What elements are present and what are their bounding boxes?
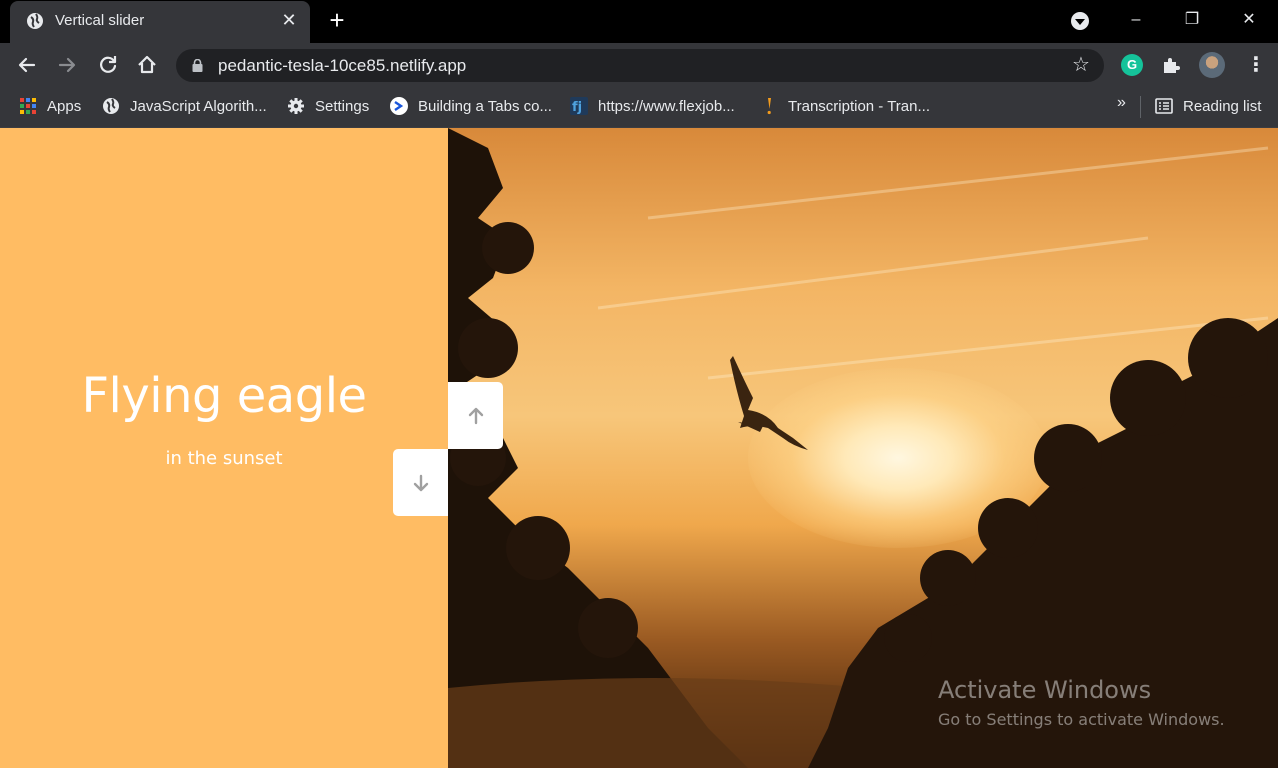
bookmarks-divider <box>1140 96 1141 118</box>
bookmark-label: Transcription - Tran... <box>788 97 930 115</box>
svg-text:fj: fj <box>572 100 582 115</box>
bookmark-transcription[interactable]: Transcription - Tran... <box>760 88 930 124</box>
bookmark-label: Apps <box>47 97 82 115</box>
new-tab-button[interactable]: + <box>324 7 350 34</box>
forward-arrow-icon[interactable] <box>54 52 80 78</box>
browser-toolbar: pedantic-tesla-10ce85.netlify.app ☆ G ⋮ <box>0 43 1278 88</box>
minimize-button[interactable]: – <box>1121 6 1151 34</box>
bookmark-label: JavaScript Algorith... <box>130 97 267 115</box>
home-icon[interactable] <box>134 52 160 78</box>
bookmark-flexjobs[interactable]: fj https://www.flexjob... <box>570 88 735 124</box>
arrow-up-icon <box>468 407 483 424</box>
bookmarks-overflow-button[interactable]: » <box>1117 94 1126 112</box>
reading-list-icon <box>1155 98 1173 114</box>
left-slide-panel: Flying eagle in the sunset <box>0 128 448 768</box>
activate-windows-watermark: Activate Windows Go to Settings to activ… <box>938 676 1225 729</box>
exclamation-icon <box>767 98 771 115</box>
bookmark-label: Settings <box>315 97 370 115</box>
back-arrow-icon[interactable] <box>14 52 40 78</box>
menu-kebab-icon[interactable]: ⋮ <box>1246 55 1266 75</box>
bookmark-label: https://www.flexjob... <box>598 97 735 115</box>
reload-icon[interactable] <box>95 52 121 78</box>
globe-icon <box>27 13 43 29</box>
bookmark-star-icon[interactable]: ☆ <box>1072 55 1092 75</box>
close-window-button[interactable]: ✕ <box>1234 6 1264 34</box>
bookmarks-bar: Apps JavaScript Algorith... Settings Bui… <box>0 88 1278 128</box>
apps-grid-icon <box>20 98 36 114</box>
tab-search-icon[interactable] <box>1071 12 1089 30</box>
slide-title: Flying eagle <box>81 368 367 424</box>
tab-title: Vertical slider <box>55 12 145 29</box>
arrow-down-icon <box>413 474 428 491</box>
browser-tab[interactable]: Vertical slider ✕ <box>10 1 310 43</box>
slide-down-button[interactable] <box>393 449 448 516</box>
slider-container: Flying eagle in the sunset Activate Wind… <box>0 128 1278 768</box>
sunset-scene <box>448 128 1278 768</box>
bookmark-apps[interactable]: Apps <box>19 88 81 124</box>
extensions-puzzle-icon[interactable] <box>1160 54 1182 76</box>
slide-subtitle: in the sunset <box>165 448 283 469</box>
reading-list-label: Reading list <box>1183 97 1262 115</box>
bookmark-building-tabs[interactable]: Building a Tabs co... <box>390 88 552 124</box>
lock-icon[interactable] <box>192 59 203 72</box>
reading-list-button[interactable]: Reading list <box>1155 88 1261 124</box>
chevron-logo-icon <box>390 97 408 115</box>
bookmark-label: Building a Tabs co... <box>418 97 552 115</box>
slide-up-button[interactable] <box>448 382 503 449</box>
slide-image <box>448 128 1278 768</box>
watermark-title: Activate Windows <box>938 676 1152 704</box>
bookmark-settings[interactable]: Settings <box>287 88 369 124</box>
restore-button[interactable]: ❐ <box>1177 6 1207 34</box>
grammarly-extension-icon[interactable]: G <box>1121 54 1143 76</box>
flexjobs-icon: fj <box>570 97 588 115</box>
tab-strip: Vertical slider ✕ + – ❐ ✕ <box>0 0 1278 43</box>
tab-close-icon[interactable]: ✕ <box>280 11 298 29</box>
address-bar[interactable]: pedantic-tesla-10ce85.netlify.app ☆ <box>176 49 1104 82</box>
url-text: pedantic-tesla-10ce85.netlify.app <box>218 56 467 75</box>
gear-icon <box>288 98 304 114</box>
profile-avatar[interactable] <box>1199 52 1225 78</box>
watermark-subtitle: Go to Settings to activate Windows. <box>938 710 1225 729</box>
bookmark-javascript-algorithms[interactable]: JavaScript Algorith... <box>102 88 267 124</box>
globe-icon <box>103 98 119 114</box>
